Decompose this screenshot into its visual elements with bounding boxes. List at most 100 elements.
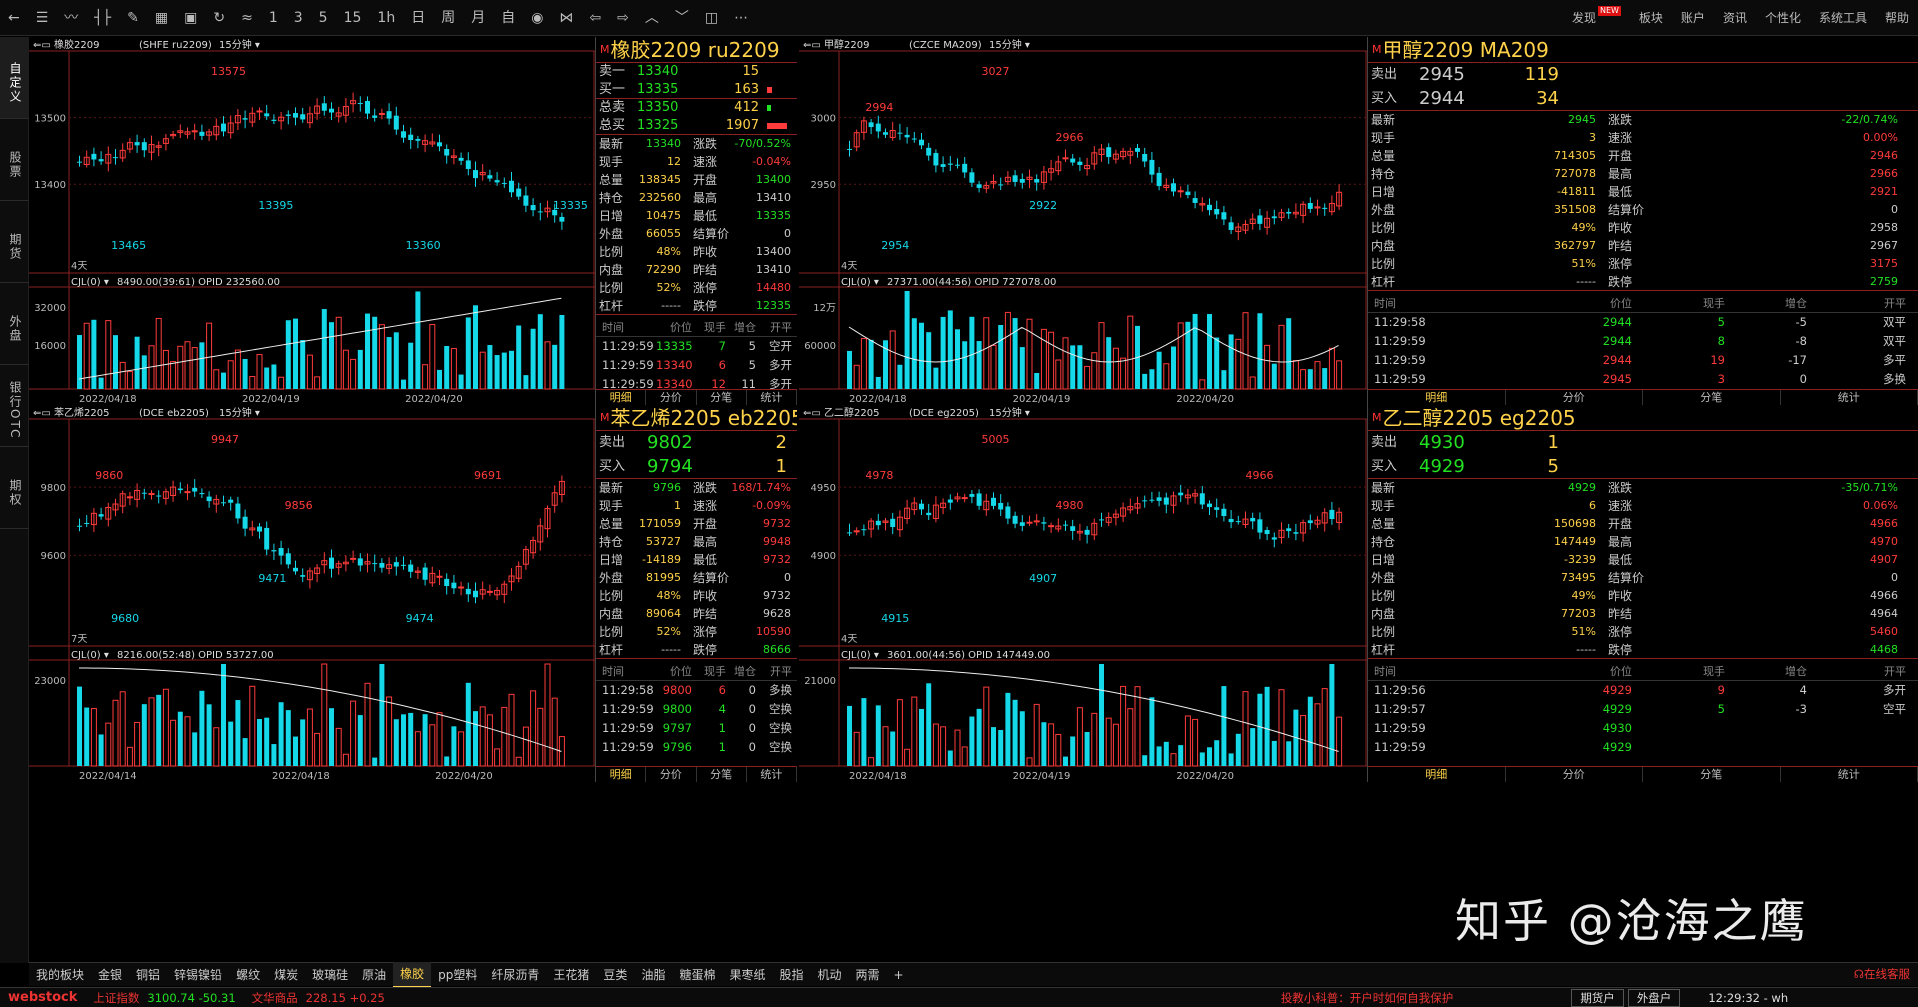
chart-panel-1[interactable]: ⇐▭ 甲醇2209 (CZCE MA209) 15分钟 ▾ 3000 2950 4天 CJL… xyxy=(799,37,1918,405)
left-tab-futures[interactable]: 期货 xyxy=(0,201,29,283)
bottom-tab[interactable]: 果枣纸 xyxy=(722,963,772,987)
period-week[interactable]: 周 xyxy=(433,0,463,36)
candle-icon[interactable]: ┤├ xyxy=(86,0,119,36)
tick-cell: 0 xyxy=(748,702,756,716)
chevron-up-icon[interactable]: ︿ xyxy=(637,0,667,36)
quote-tab-1[interactable]: 分价 xyxy=(1506,390,1643,405)
tick-cell: 9797 xyxy=(662,721,692,735)
quote-tab-2[interactable]: 分笔 xyxy=(1643,390,1781,405)
list-icon[interactable]: ☰ xyxy=(28,0,57,36)
analysis-icon[interactable]: ≈ xyxy=(233,0,261,36)
bottom-tab[interactable]: 两需 xyxy=(849,963,887,987)
menu-news[interactable]: 资讯 xyxy=(1714,0,1756,36)
chart-panel-2[interactable]: ⇐▭ 苯乙烯2205 (DCE eb2205) 15分钟 ▾ 9800 9600 7天 CJ… xyxy=(29,405,797,782)
stat-label[interactable]: 结算价 xyxy=(1596,201,1733,219)
volume-bar xyxy=(1063,756,1068,766)
back-icon[interactable]: ← xyxy=(0,0,28,36)
quote-tab-1[interactable]: 分价 xyxy=(1506,767,1643,782)
arrow-right-icon[interactable]: ⇨ xyxy=(609,0,637,36)
bottom-tab[interactable]: 原油 xyxy=(355,963,393,987)
save-icon[interactable]: ▣ xyxy=(176,0,205,36)
period-day[interactable]: 日 xyxy=(403,0,433,36)
refresh-icon[interactable]: ↻ xyxy=(205,0,233,36)
menu-discover[interactable]: 发现NEW xyxy=(1563,0,1630,36)
index2-name[interactable]: 文华商品 xyxy=(244,990,306,1006)
candle xyxy=(422,567,428,580)
quote-tab-0[interactable]: 明细 xyxy=(1368,767,1506,782)
layout-icon[interactable]: ◫ xyxy=(697,0,726,36)
bottom-tab[interactable]: 机动 xyxy=(811,963,849,987)
bottom-tab[interactable]: 我的板块 xyxy=(29,963,91,987)
bottom-tab[interactable]: 玻璃硅 xyxy=(305,963,355,987)
index1-name[interactable]: 上证指数 xyxy=(85,990,147,1006)
bottom-tab[interactable]: 糖蛋棉 xyxy=(672,963,722,987)
period-15[interactable]: 15 xyxy=(336,0,370,36)
quote-tab-2[interactable]: 分笔 xyxy=(697,390,747,405)
menu-system-tools[interactable]: 系统工具 xyxy=(1810,0,1876,36)
bottom-tab[interactable]: 股指 xyxy=(772,963,810,987)
arrow-left-icon[interactable]: ⇦ xyxy=(581,0,609,36)
futures-account-button[interactable]: 期货户 xyxy=(1571,988,1624,1007)
left-tab-stocks[interactable]: 股票 xyxy=(0,119,29,201)
period-3[interactable]: 3 xyxy=(286,0,311,36)
quote-tab-3[interactable]: 统计 xyxy=(1781,767,1918,782)
quote-tab-3[interactable]: 统计 xyxy=(1781,390,1918,405)
period-1[interactable]: 1 xyxy=(261,0,286,36)
stat-label[interactable]: 结算价 xyxy=(1596,569,1733,587)
chart-code: (CZCE MA209) xyxy=(909,40,982,51)
volume-bar xyxy=(192,732,198,766)
quote-tab-0[interactable]: 明细 xyxy=(596,767,647,782)
left-tab-bank-otc[interactable]: 银行OTC xyxy=(0,365,29,447)
bottom-tab[interactable]: 煤炭 xyxy=(267,963,305,987)
stat-label: 现手 xyxy=(1371,131,1396,145)
chart-panel-0[interactable]: ⇐▭ 橡胶2209 (SHFE ru2209) 15分钟 ▾ 13500 13400 4天… xyxy=(29,37,797,405)
period-month[interactable]: 月 xyxy=(463,0,493,36)
quote-tab-3[interactable]: 统计 xyxy=(747,767,797,782)
period-1h[interactable]: 1h xyxy=(369,0,403,36)
bottom-tab[interactable]: 金银 xyxy=(91,963,129,987)
quote-tab-0[interactable]: 明细 xyxy=(596,390,647,405)
stat-label[interactable]: 结算价 xyxy=(681,569,731,587)
quote-tab-2[interactable]: 分笔 xyxy=(697,767,747,782)
quote-tab-1[interactable]: 分价 xyxy=(646,390,697,405)
draw-icon[interactable]: ✎ xyxy=(119,0,147,36)
quote-tab-3[interactable]: 统计 xyxy=(747,390,797,405)
period-custom[interactable]: 自 xyxy=(493,0,523,36)
menu-sector[interactable]: 板块 xyxy=(1630,0,1672,36)
left-tab-options[interactable]: 期权 xyxy=(0,447,29,529)
left-tab-custom[interactable]: 自定义 xyxy=(0,37,29,119)
menu-help[interactable]: 帮助 xyxy=(1876,0,1918,36)
add-tab-button[interactable]: + xyxy=(887,963,911,987)
menu-account[interactable]: 账户 xyxy=(1672,0,1714,36)
quote-tab-1[interactable]: 分价 xyxy=(646,767,697,782)
period-5[interactable]: 5 xyxy=(311,0,336,36)
volume-bar xyxy=(1084,365,1091,390)
left-tab-foreign[interactable]: 外盘 xyxy=(0,283,29,365)
bottom-tab[interactable]: pp塑料 xyxy=(431,963,484,987)
chevron-down-icon[interactable]: ﹀ xyxy=(667,0,697,36)
grid-icon[interactable]: ▦ xyxy=(147,0,176,36)
line-chart-icon[interactable]: 〰 xyxy=(56,0,86,36)
tip-text[interactable]: 投教小科普：开户时如何自我保护 xyxy=(1273,990,1462,1006)
bottom-tab[interactable]: 螺纹 xyxy=(229,963,267,987)
bottom-tab[interactable]: 铜铝 xyxy=(129,963,167,987)
bottom-tab[interactable]: 豆类 xyxy=(596,963,634,987)
bottom-tab[interactable]: 油脂 xyxy=(634,963,672,987)
bottom-tab[interactable]: 橡胶 xyxy=(393,961,432,988)
bottom-tab[interactable]: 纤尿沥青 xyxy=(484,963,546,987)
quote-tab-2[interactable]: 分笔 xyxy=(1643,767,1781,782)
brand-logo: webstock xyxy=(8,990,78,1005)
bottom-tab[interactable]: 锌锡镍铅 xyxy=(167,963,229,987)
stat-label[interactable]: 结算价 xyxy=(681,225,731,243)
quote-tab-0[interactable]: 明细 xyxy=(1368,390,1506,405)
online-service-link[interactable]: ☊在线客服 xyxy=(1854,964,1910,984)
volume-bar xyxy=(1207,314,1212,389)
bowtie-icon[interactable]: ⋈ xyxy=(551,0,581,36)
menu-personalize[interactable]: 个性化 xyxy=(1756,0,1810,36)
eye-icon[interactable]: ◉ xyxy=(523,0,551,36)
chart-panel-3[interactable]: ⇐▭ 乙二醇2205 (DCE eg2205) 15分钟 ▾ 4950 4900 4天 CJ… xyxy=(799,405,1918,782)
bottom-tab[interactable]: 王花猪 xyxy=(546,963,596,987)
more-icon[interactable]: ⋯ xyxy=(726,0,756,36)
tick-cell: 多平 xyxy=(1883,353,1906,367)
foreign-account-button[interactable]: 外盘户 xyxy=(1627,988,1681,1007)
